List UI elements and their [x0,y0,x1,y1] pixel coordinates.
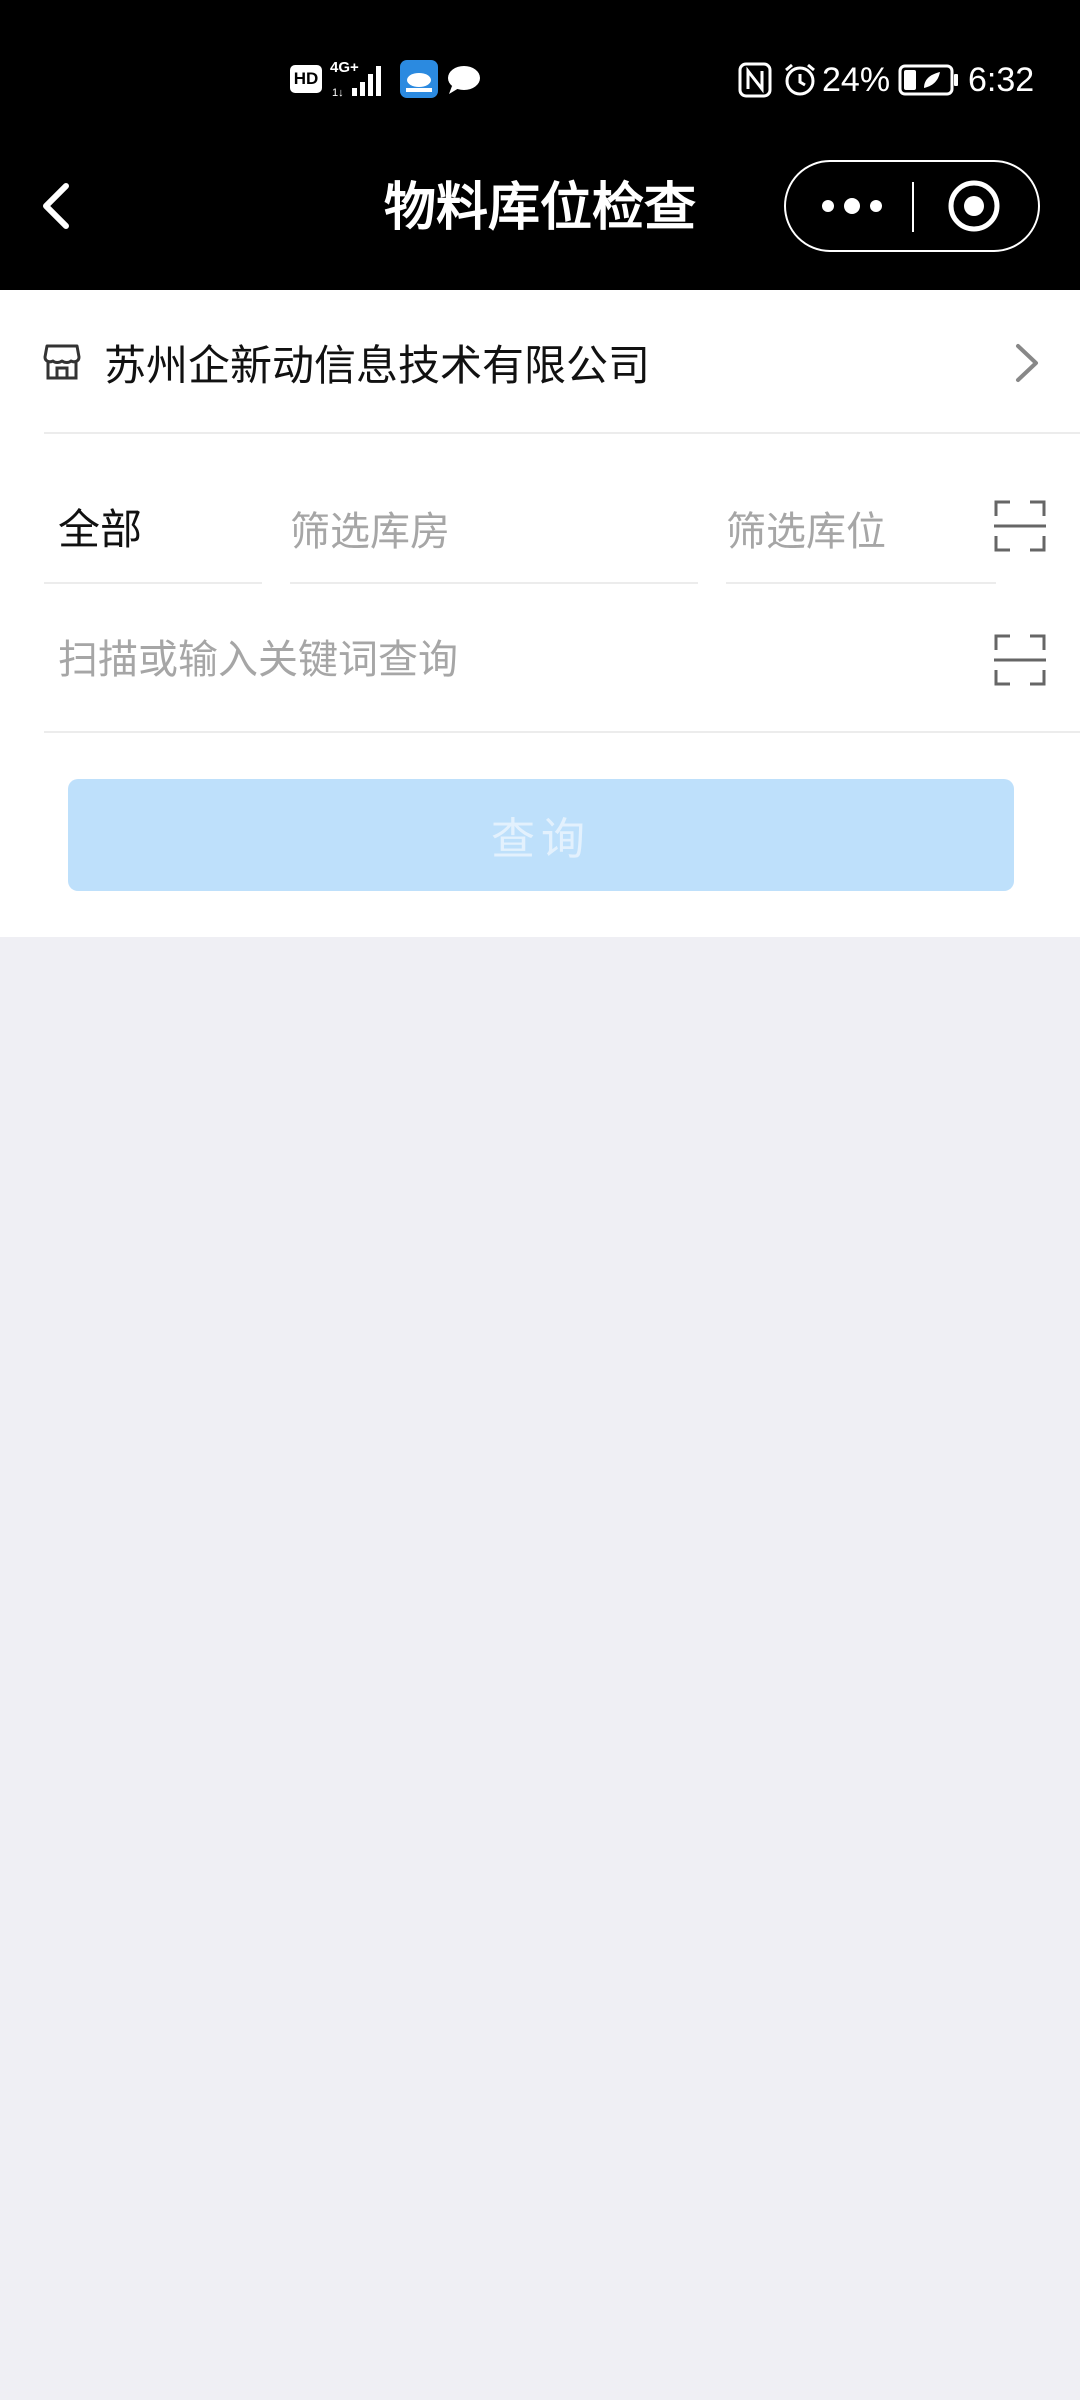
results-area [0,937,1080,2400]
target-circle-icon [948,180,1000,232]
status-bar: HD 4G+ 1↓ 24% 6:32 [0,0,1080,160]
mobile-signal-icon: 4G+ 1↓ [330,60,392,98]
scan-icon [994,634,1046,686]
divider [44,432,1080,434]
scan-keyword-button[interactable] [990,630,1050,690]
company-name: 苏州企新动信息技术有限公司 [104,341,651,390]
scan-icon [994,500,1046,552]
location-filter-input[interactable] [726,506,986,558]
more-button[interactable] [786,162,910,250]
divider [726,582,996,584]
chat-icon [446,64,482,96]
query-button[interactable]: 查询 [68,779,1014,891]
clock: 6:32 [968,61,1035,99]
scan-location-button[interactable] [990,496,1050,556]
battery-percent: 24% [822,61,891,99]
app-notification-icon [400,60,438,98]
hd-icon: HD [290,65,322,93]
store-icon [42,342,82,382]
battery-icon [898,64,960,96]
more-dots-icon [822,198,882,214]
close-miniprogram-button[interactable] [914,162,1038,250]
nfc-icon [738,62,772,98]
scope-selector[interactable]: 全部 [58,504,142,556]
divider [290,582,698,584]
miniprogram-capsule [784,160,1040,252]
svg-text:1↓: 1↓ [332,87,344,98]
alarm-icon [782,62,818,98]
warehouse-filter-input[interactable] [290,506,690,558]
divider [44,731,1080,733]
chevron-right-icon [1012,340,1044,390]
divider [44,582,262,584]
keyword-search-input[interactable] [58,634,958,686]
